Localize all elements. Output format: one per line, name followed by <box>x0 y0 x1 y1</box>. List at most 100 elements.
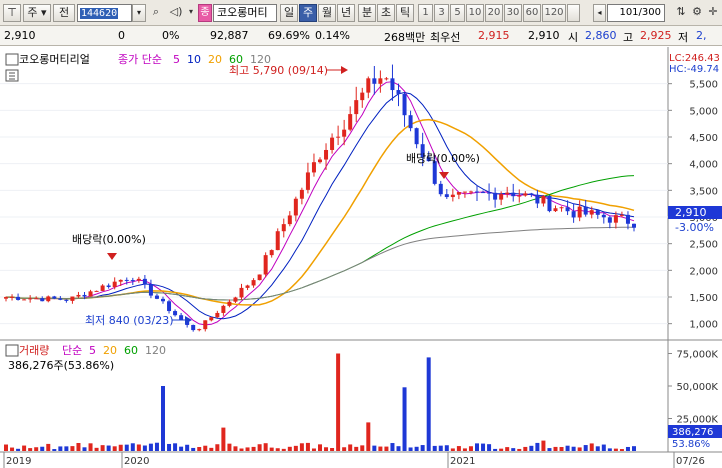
tab-year[interactable]: 년 <box>337 4 355 22</box>
interval-input-button[interactable] <box>567 4 580 22</box>
speaker-dropdown-icon[interactable]: ▾ <box>186 4 196 22</box>
candle-body <box>245 285 250 288</box>
stock-chart-svg[interactable]: 5,5005,0004,5004,0003,5003,0002,5002,000… <box>0 47 722 468</box>
volume-bar <box>541 440 546 451</box>
x-tick-label: 2019 <box>6 456 31 467</box>
volume-bar <box>366 422 371 451</box>
candle-body <box>52 296 57 299</box>
volume-bar <box>281 448 286 451</box>
chart-type-icon[interactable]: ⊤ <box>3 4 21 22</box>
data-count-box[interactable]: 101/300 <box>607 4 665 22</box>
candle-body <box>384 78 389 80</box>
candle-body <box>571 211 576 218</box>
candle-body <box>348 114 353 130</box>
volume-bar <box>553 446 558 451</box>
search-icon[interactable]: ⌕ <box>148 4 164 22</box>
speaker-icon[interactable]: ◁) <box>166 4 186 22</box>
chart-area[interactable]: 5,5005,0004,5004,0003,5003,0002,5002,000… <box>0 47 722 468</box>
market-select[interactable]: 주 ▾ <box>23 4 51 22</box>
volume-bar <box>619 449 624 451</box>
volume-bar <box>293 445 298 451</box>
prev-button[interactable]: 전 <box>53 4 75 22</box>
volume-legend-ma20: 20 <box>103 344 117 357</box>
volume-bar <box>203 445 208 451</box>
candle-body <box>607 217 612 223</box>
tab-second[interactable]: 초 <box>377 4 395 22</box>
volume-y-tick-label: 75,000K <box>676 350 718 361</box>
volume-bar <box>523 446 528 451</box>
interval-5-button[interactable]: 5 <box>450 4 465 22</box>
volume-bar <box>336 353 341 451</box>
indicator-settings-icon[interactable] <box>5 53 19 66</box>
x-tick-label: 2020 <box>124 456 149 467</box>
volume-sub-label: 386,276주(53.86%) <box>8 359 114 372</box>
volume-bar <box>420 445 425 451</box>
tab-day[interactable]: 일 <box>280 4 298 22</box>
candle-body <box>366 78 371 93</box>
interval-1-button[interactable]: 1 <box>418 4 433 22</box>
volume-bar <box>559 447 564 451</box>
y-tick-label: 5,000 <box>689 106 718 117</box>
candle-body <box>625 214 630 224</box>
candle-body <box>118 279 123 282</box>
interval-120-button[interactable]: 120 <box>542 4 566 22</box>
candle-body <box>493 192 498 200</box>
volume-bar <box>40 446 45 451</box>
candle-body <box>22 299 27 301</box>
settings-icon[interactable]: ⚙ <box>690 4 704 22</box>
interval-3-button[interactable]: 3 <box>434 4 449 22</box>
candle-body <box>112 281 117 287</box>
volume-bar <box>511 448 516 451</box>
volume-bar <box>28 448 33 451</box>
tab-tick[interactable]: 틱 <box>396 4 414 22</box>
trade-amount: 268백만 <box>384 31 426 44</box>
volume-bar <box>173 443 178 451</box>
volume-bar <box>577 447 582 451</box>
expand-icon[interactable]: ⇅ <box>674 4 688 22</box>
interval-20-button[interactable]: 20 <box>485 4 503 22</box>
chevron-left-icon[interactable]: ◂ <box>593 4 606 22</box>
volume-bar <box>64 446 69 451</box>
code-input[interactable]: 144620 <box>77 4 132 22</box>
volume-bar <box>269 447 274 451</box>
candle-body <box>251 280 256 286</box>
stock-type-badge[interactable]: 종 <box>198 4 212 22</box>
candle-body <box>239 287 244 298</box>
volume-bar <box>136 444 141 451</box>
interval-10-button[interactable]: 10 <box>466 4 484 22</box>
volume-bar <box>46 443 51 451</box>
interval-60-button[interactable]: 60 <box>523 4 541 22</box>
volume-settings-icon[interactable] <box>5 344 19 357</box>
volume-bar <box>475 443 479 451</box>
lc-label: LC:246.43 <box>669 53 720 64</box>
volume-bar <box>438 445 443 451</box>
candle-body <box>257 274 262 281</box>
volume-bar <box>487 444 492 451</box>
volume-bar <box>16 448 21 451</box>
tab-week[interactable]: 주 <box>299 4 317 22</box>
tab-month[interactable]: 월 <box>318 4 336 22</box>
volume-legend-ma120: 120 <box>145 344 166 357</box>
min-price-label: 최저 840 (03/23) <box>85 314 174 327</box>
y-tick-label: 4,500 <box>689 133 718 144</box>
price-tag: 2,910 <box>675 206 707 219</box>
crosshair-icon[interactable]: ✛ <box>706 4 720 22</box>
market-select-label: 주 <box>27 6 38 19</box>
candle-body <box>293 198 298 216</box>
low-label: 저 <box>678 31 689 44</box>
candle-body <box>559 207 564 209</box>
candle-body <box>167 301 172 312</box>
volume-bar <box>245 447 250 451</box>
candle-body <box>390 78 395 91</box>
code-dropdown-button[interactable]: ▾ <box>132 4 146 22</box>
candle-body <box>130 280 135 282</box>
volume-bar <box>535 442 540 451</box>
volume-bar <box>34 447 39 451</box>
tab-minute[interactable]: 분 <box>358 4 376 22</box>
candle-body <box>40 298 45 302</box>
candle-body <box>82 294 87 297</box>
volume-bar <box>52 449 57 451</box>
candle-body <box>577 206 582 218</box>
candle-body <box>402 93 407 116</box>
interval-30-button[interactable]: 30 <box>504 4 522 22</box>
